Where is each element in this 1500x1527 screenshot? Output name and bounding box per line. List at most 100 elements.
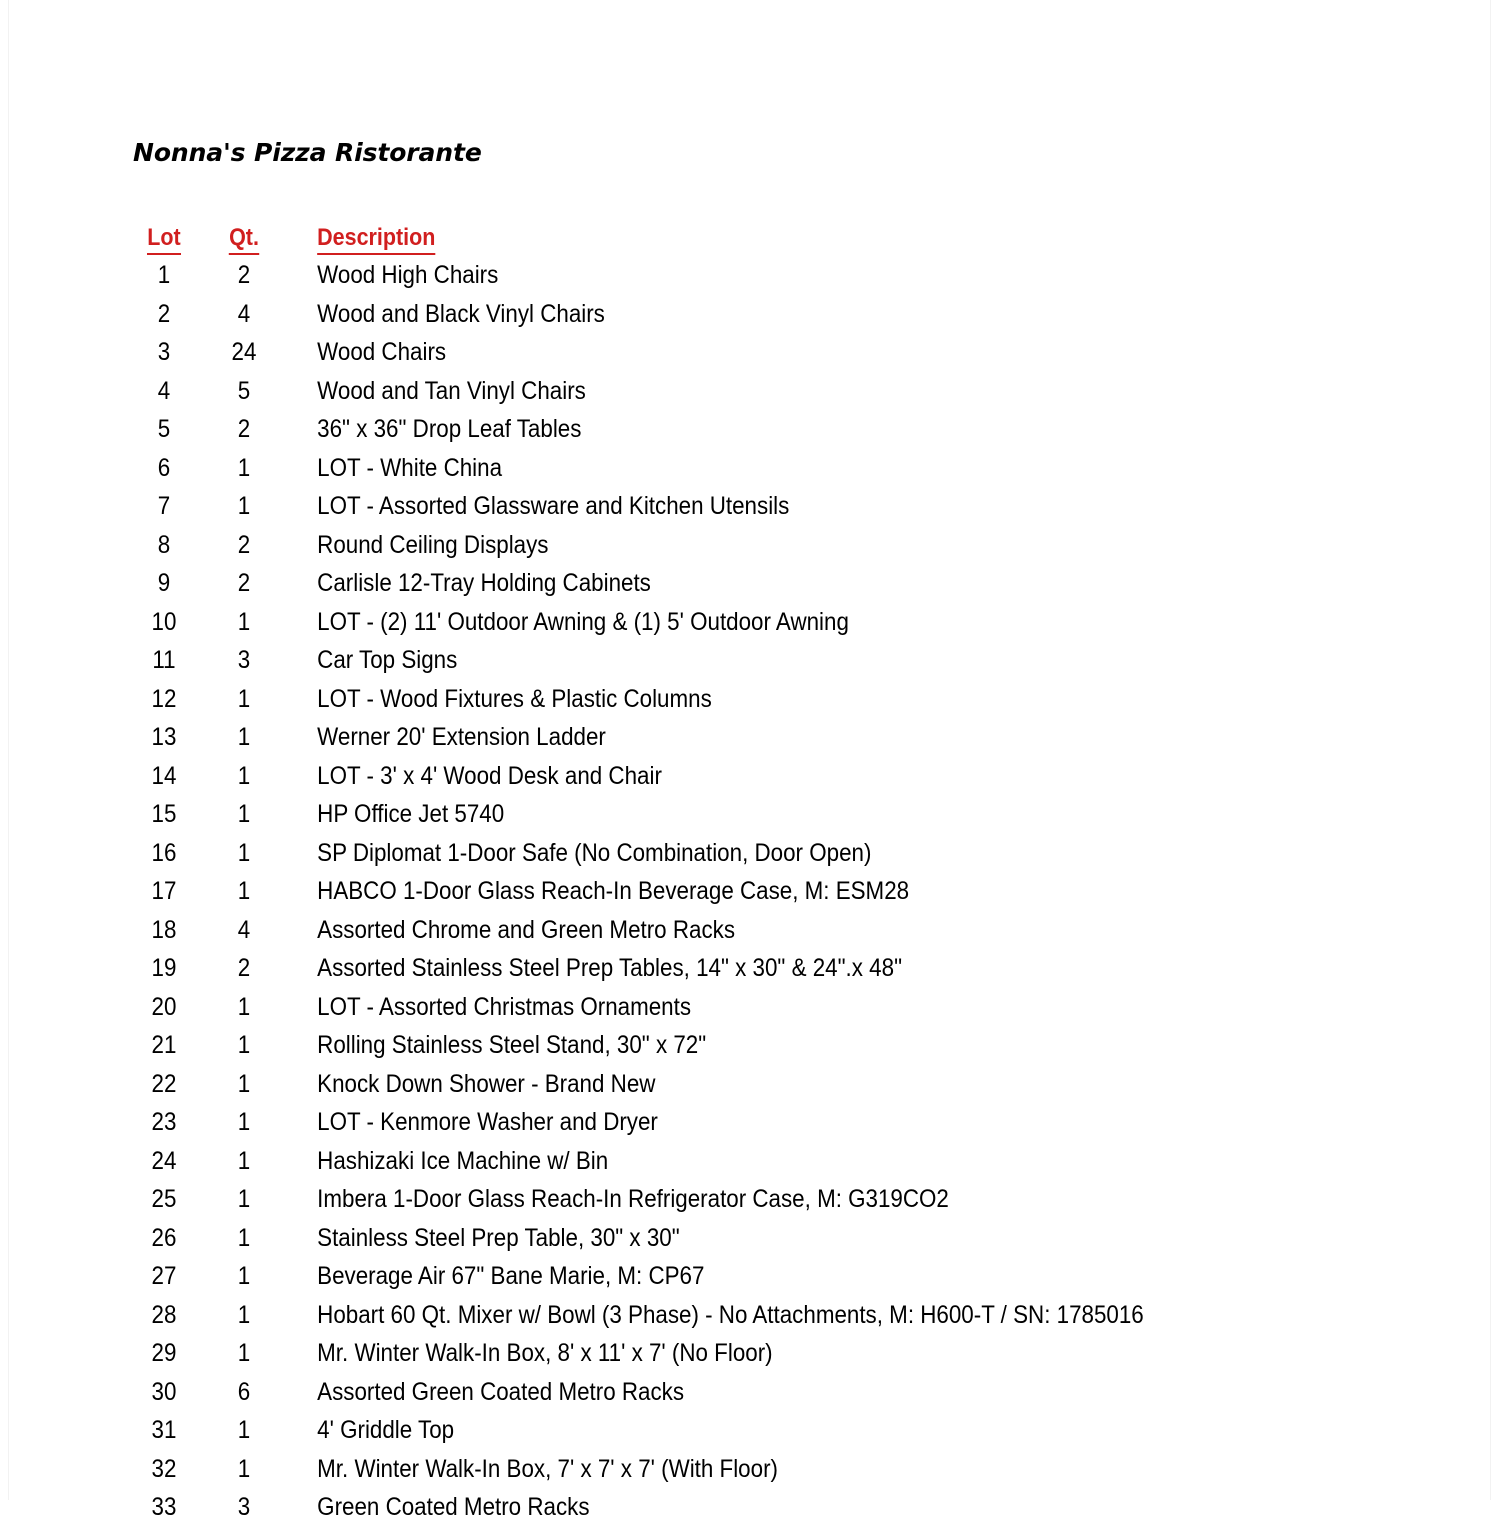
cell-qty: 2 [237, 261, 251, 289]
table-row: 17 1 HABCO 1-Door Glass Reach-In Beverage … [133, 872, 1463, 911]
table-row: 4 5 Wood and Tan Vinyl Chairs [133, 372, 1463, 411]
cell-lot: 4 [157, 376, 171, 405]
table-row: 3 24 Wood Chairs [133, 333, 1463, 372]
cell-description: HABCO 1-Door Glass Reach-In Beverage Cas… [317, 877, 910, 905]
cell-lot: 26 [151, 1223, 177, 1252]
table-row: 2 4 Wood and Black Vinyl Chairs [133, 295, 1463, 334]
cell-qty: 1 [237, 607, 251, 636]
table-row: 13 1 Werner 20' Extension Ladder [133, 718, 1463, 757]
table-row: 32 1 Mr. Winter Walk-In Box, 7' x 7' x 7' … [133, 1450, 1463, 1489]
cell-lot: 20 [151, 992, 177, 1021]
table-row: 23 1 LOT - Kenmore Washer and Dryer [133, 1103, 1463, 1142]
cell-qty: 3 [237, 646, 251, 674]
cell-lot: 13 [151, 723, 177, 751]
cell-qty: 1 [237, 492, 251, 520]
cell-description: Round Ceiling Displays [317, 530, 549, 559]
cell-lot: 31 [151, 1416, 177, 1444]
table-row: 28 1 Hobart 60 Qt. Mixer w/ Bowl (3 Phase)… [133, 1296, 1463, 1335]
table-row: 1 2 Wood High Chairs [133, 256, 1463, 295]
cell-qty: 1 [237, 684, 251, 713]
cell-description: LOT - 3' x 4' Wood Desk and Chair [317, 761, 662, 790]
column-header-description: Description [293, 219, 1340, 256]
table-row: 27 1 Beverage Air 67" Bane Marie, M: CP67 [133, 1257, 1463, 1296]
cell-lot: 14 [151, 761, 177, 790]
cell-qty: 1 [237, 1108, 251, 1136]
table-row: 22 1 Knock Down Shower - Brand New [133, 1065, 1463, 1104]
cell-lot: 6 [157, 453, 171, 482]
cell-description: Mr. Winter Walk-In Box, 8' x 11' x 7' (N… [317, 1339, 773, 1367]
cell-qty: 1 [237, 877, 251, 905]
cell-qty: 4 [237, 915, 251, 944]
table-row: 8 2 Round Ceiling Displays [133, 526, 1463, 565]
cell-description: Imbera 1-Door Glass Reach-In Refrigerato… [317, 1185, 949, 1213]
cell-description: LOT - White China [317, 453, 503, 482]
cell-qty: 1 [237, 992, 251, 1021]
cell-description: LOT - (2) 11' Outdoor Awning & (1) 5' Ou… [317, 607, 849, 636]
cell-qty: 1 [237, 1185, 251, 1213]
table-row: 9 2 Carlisle 12-Tray Holding Cabinets [133, 564, 1463, 603]
table-row: 11 3 Car Top Signs [133, 641, 1463, 680]
cell-qty: 5 [237, 376, 251, 405]
cell-lot: 19 [151, 954, 177, 982]
cell-description: Car Top Signs [317, 646, 458, 674]
cell-qty: 1 [237, 1069, 251, 1098]
cell-description: LOT - Assorted Glassware and Kitchen Ute… [317, 492, 790, 520]
cell-qty: 1 [237, 761, 251, 790]
cell-lot: 7 [157, 492, 171, 520]
table-row: 6 1 LOT - White China [133, 449, 1463, 488]
cell-description: Mr. Winter Walk-In Box, 7' x 7' x 7' (Wi… [317, 1454, 778, 1483]
cell-lot: 8 [157, 530, 171, 559]
cell-qty: 2 [237, 415, 251, 443]
cell-description: Hobart 60 Qt. Mixer w/ Bowl (3 Phase) - … [317, 1300, 1144, 1329]
cell-qty: 6 [237, 1377, 251, 1406]
cell-lot: 23 [151, 1108, 177, 1136]
table-row: 30 6 Assorted Green Coated Metro Racks [133, 1373, 1463, 1412]
cell-description: LOT - Kenmore Washer and Dryer [317, 1108, 658, 1136]
cell-lot: 33 [151, 1493, 177, 1521]
table-row: 15 1 HP Office Jet 5740 [133, 795, 1463, 834]
cell-description: Werner 20' Extension Ladder [317, 723, 606, 751]
cell-lot: 10 [151, 607, 177, 636]
cell-description: Beverage Air 67" Bane Marie, M: CP67 [317, 1262, 705, 1290]
cell-qty: 1 [237, 1223, 251, 1252]
cell-lot: 18 [151, 915, 177, 944]
table-row: 19 2 Assorted Stainless Steel Prep Tables,… [133, 949, 1463, 988]
cell-lot: 27 [151, 1262, 177, 1290]
cell-qty: 1 [237, 1031, 251, 1059]
table-row: 14 1 LOT - 3' x 4' Wood Desk and Chair [133, 757, 1463, 796]
cell-qty: 1 [237, 1339, 251, 1367]
cell-description: Carlisle 12-Tray Holding Cabinets [317, 569, 651, 597]
cell-description: Wood High Chairs [317, 261, 499, 289]
cell-qty: 1 [237, 1300, 251, 1329]
lot-listing-table: Lot Qt. Description 1 2 Wood High Chairs 2 4… [133, 219, 1463, 1527]
table-row: 21 1 Rolling Stainless Steel Stand, 30" x … [133, 1026, 1463, 1065]
cell-description: SP Diplomat 1-Door Safe (No Combination,… [317, 838, 872, 867]
cell-description: Stainless Steel Prep Table, 30" x 30" [317, 1223, 680, 1252]
cell-lot: 30 [151, 1377, 177, 1406]
cell-qty: 1 [237, 1262, 251, 1290]
cell-lot: 16 [151, 838, 177, 867]
cell-lot: 9 [157, 569, 171, 597]
cell-description: Assorted Green Coated Metro Racks [317, 1377, 685, 1406]
cell-qty: 1 [237, 838, 251, 867]
cell-qty: 3 [237, 1493, 251, 1521]
cell-qty: 2 [237, 569, 251, 597]
cell-qty: 4 [237, 299, 251, 328]
cell-lot: 21 [151, 1031, 177, 1059]
table-row: 31 1 4' Griddle Top [133, 1411, 1463, 1450]
table-row: 33 3 Green Coated Metro Racks [133, 1488, 1463, 1527]
table-row: 7 1 LOT - Assorted Glassware and Kitchen U… [133, 487, 1463, 526]
cell-description: Rolling Stainless Steel Stand, 30" x 72" [317, 1031, 707, 1059]
cell-lot: 24 [151, 1146, 177, 1175]
document-body: Nonna's Pizza Ristorante Lot Qt. Descrip… [0, 0, 1500, 1521]
table-row: 25 1 Imbera 1-Door Glass Reach-In Refriger… [133, 1180, 1463, 1219]
cell-qty: 1 [237, 1416, 251, 1444]
cell-description: Assorted Chrome and Green Metro Racks [317, 915, 736, 944]
cell-qty: 24 [231, 338, 257, 366]
cell-qty: 1 [237, 1454, 251, 1483]
column-header-lot: Lot [136, 219, 191, 256]
cell-description: Wood and Black Vinyl Chairs [317, 299, 605, 328]
cell-lot: 2 [157, 299, 171, 328]
cell-description: Knock Down Shower - Brand New [317, 1069, 656, 1098]
cell-lot: 17 [151, 877, 177, 905]
